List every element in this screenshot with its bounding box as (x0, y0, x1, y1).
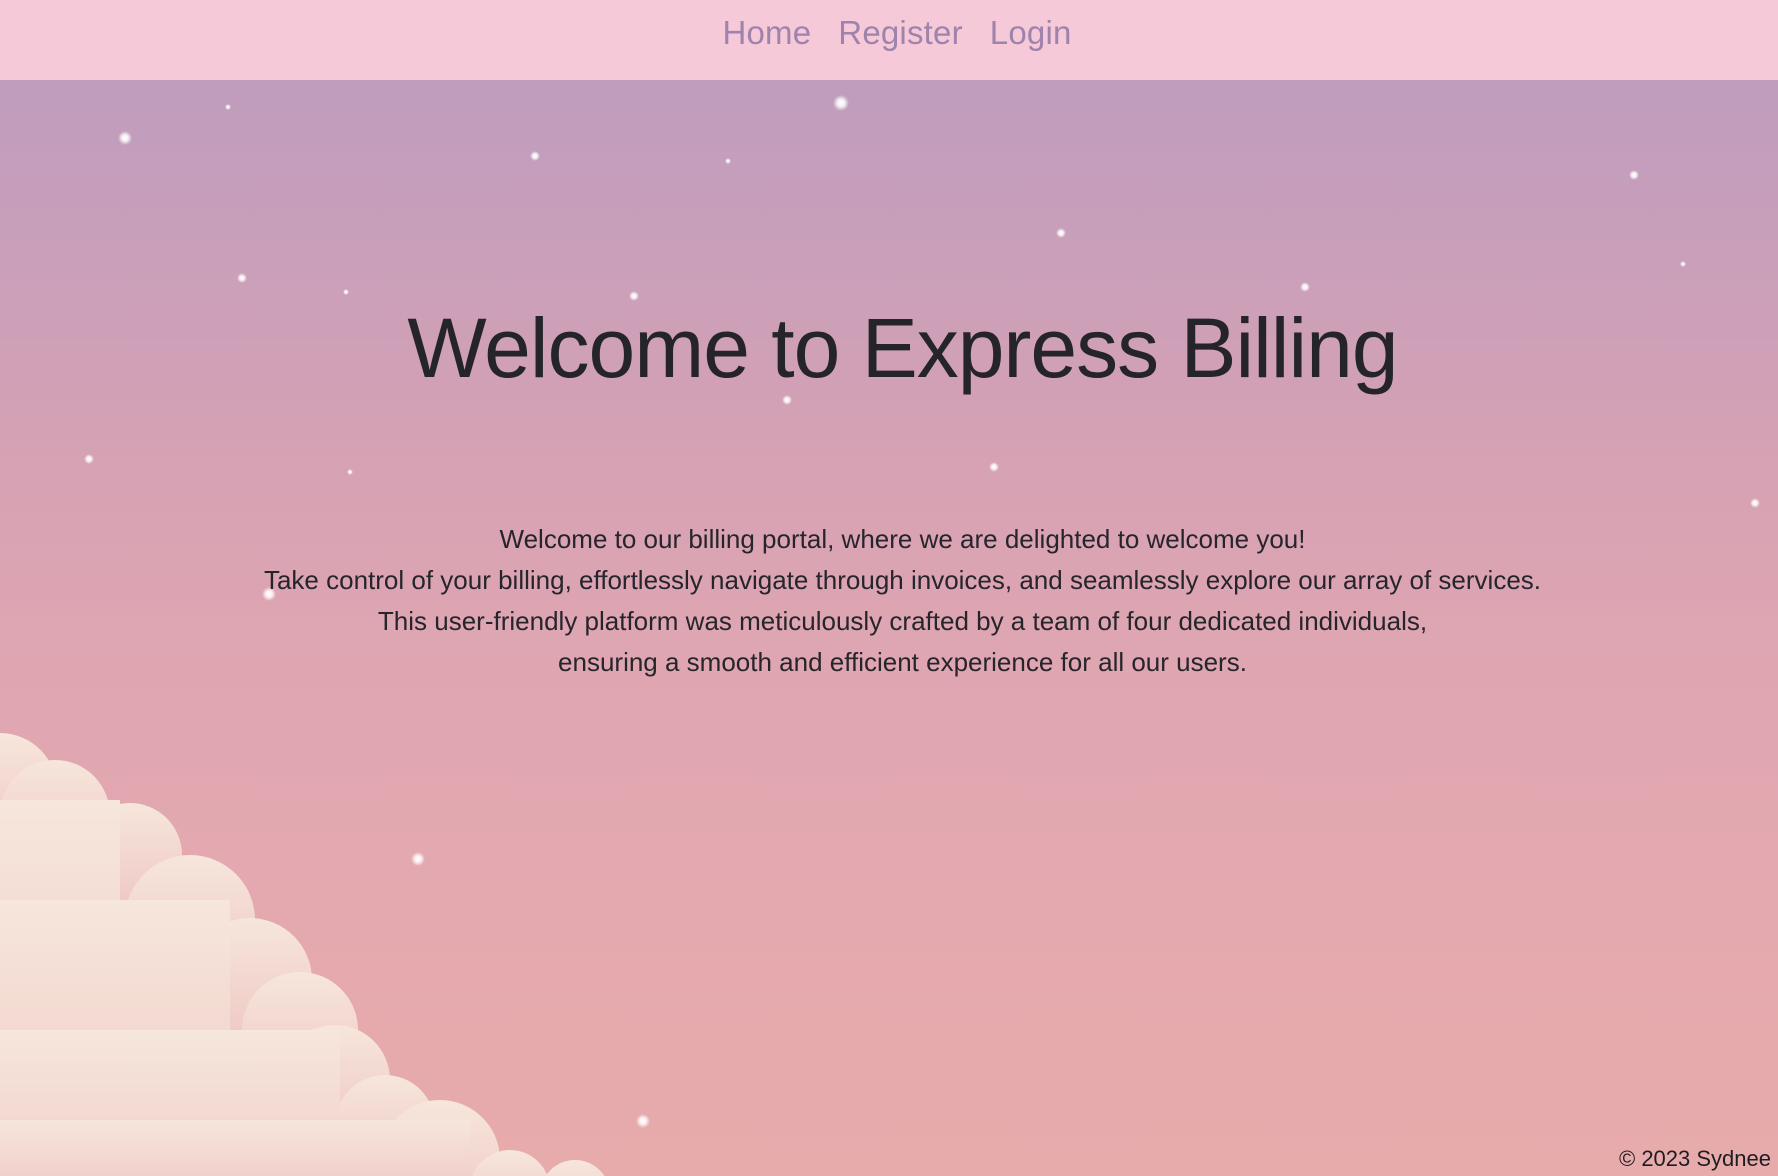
top-navbar: Home Register Login (0, 0, 1778, 80)
intro-line: Welcome to our billing portal, where we … (499, 524, 1306, 554)
footer-copyright: © 2023 Sydnee (1619, 1146, 1771, 1171)
intro-line: ensuring a smooth and efficient experien… (558, 647, 1247, 677)
nav-home-link[interactable]: Home (722, 14, 811, 52)
nav-links: Home Register Login (722, 14, 1071, 52)
intro-text: Welcome to our billing portal, where we … (0, 519, 1778, 683)
page-title: Welcome to Express Billing (407, 301, 1398, 395)
intro-line: Take control of your billing, effortless… (263, 565, 1542, 595)
intro-line: This user-friendly platform was meticulo… (377, 606, 1428, 636)
nav-register-link[interactable]: Register (838, 14, 962, 52)
nav-login-link[interactable]: Login (990, 14, 1072, 52)
